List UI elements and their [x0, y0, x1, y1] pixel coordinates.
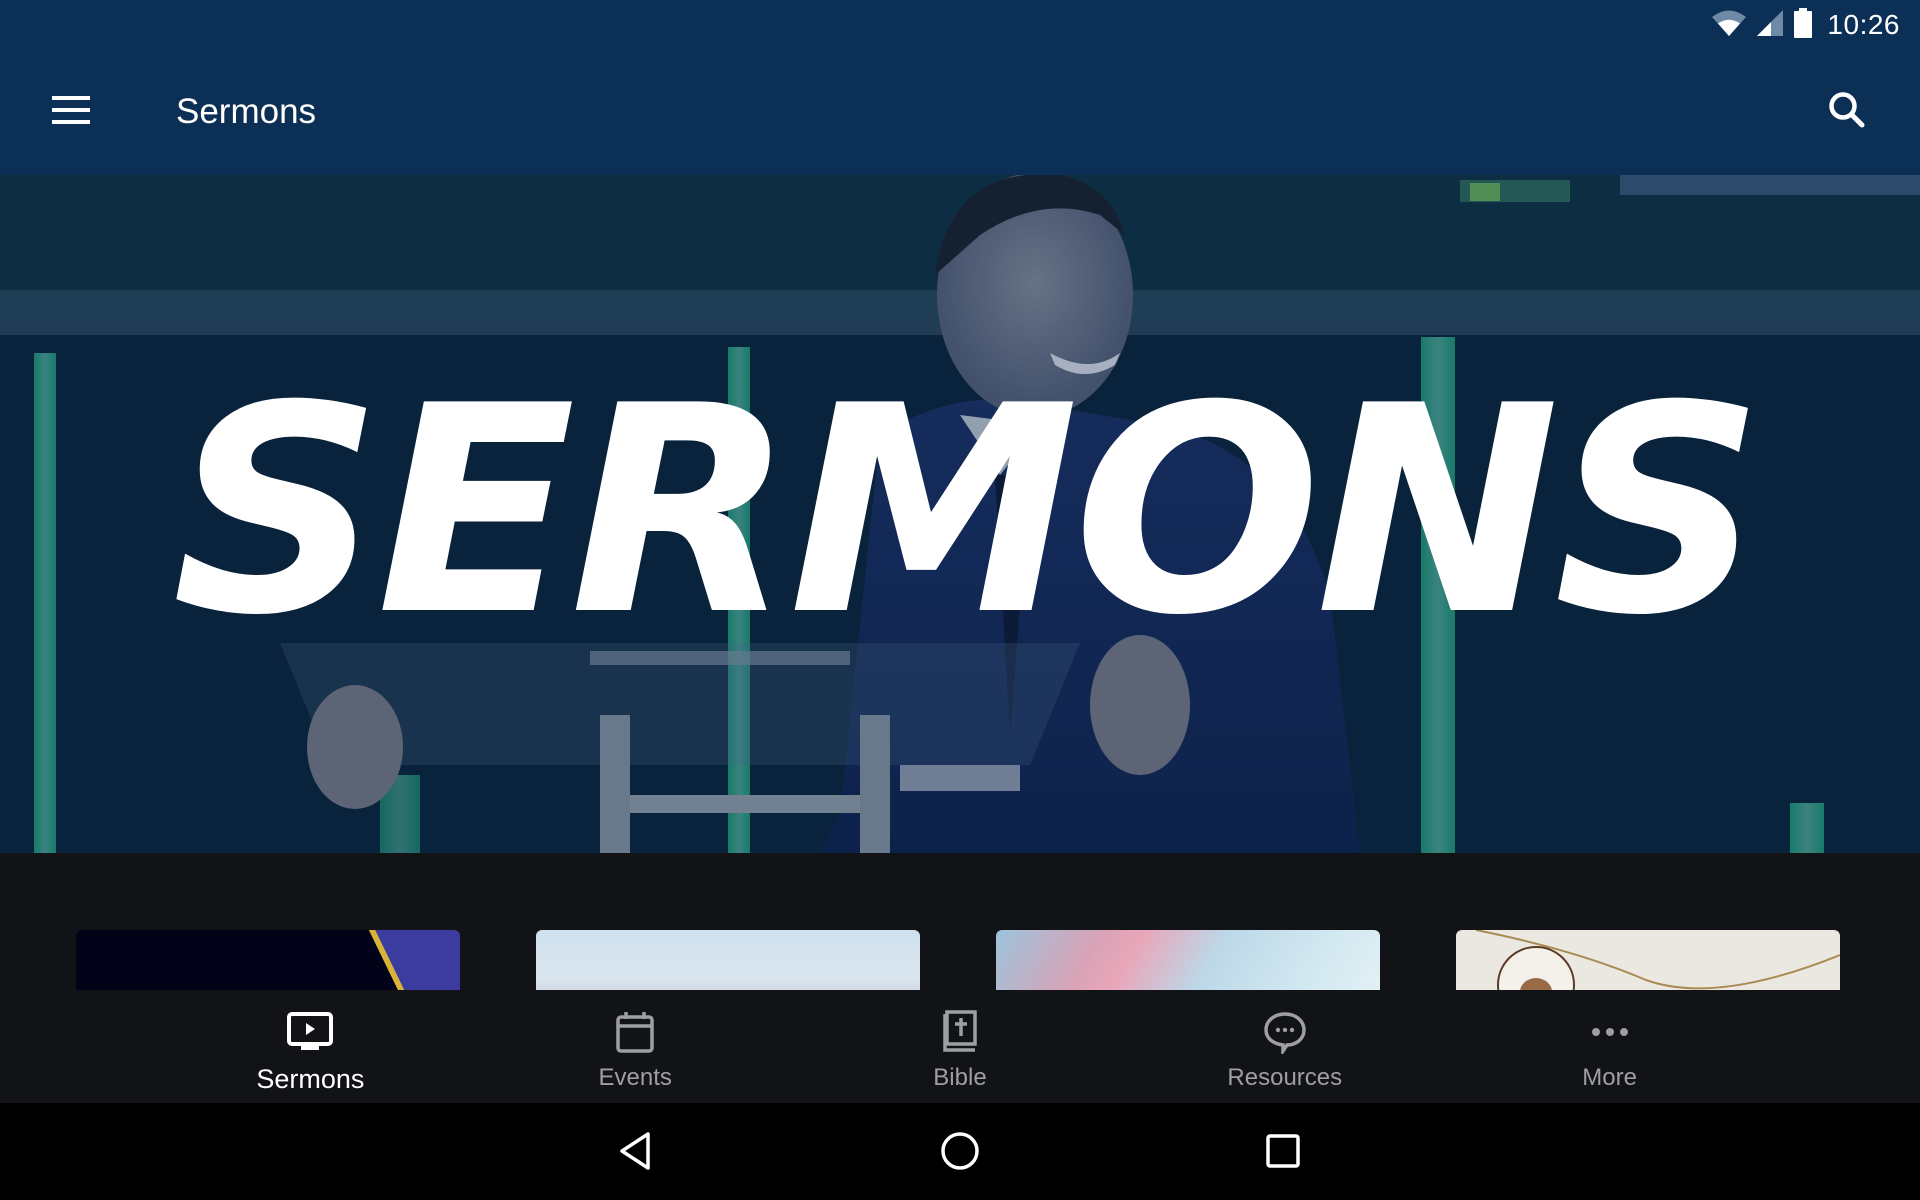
calendar-icon [611, 1008, 659, 1056]
nav-tab-bible[interactable]: Bible [798, 990, 1123, 1103]
status-time: 10:26 [1827, 9, 1900, 40]
recents-button[interactable] [1253, 1123, 1313, 1183]
status-bar: 10:26 [0, 0, 1920, 50]
cellular-signal-icon [1755, 8, 1785, 43]
tv-play-icon [286, 1008, 334, 1056]
hamburger-menu-icon [52, 95, 92, 130]
series-card[interactable] [76, 930, 460, 990]
nav-tab-more[interactable]: More [1447, 990, 1772, 1103]
search-icon [1827, 90, 1867, 135]
nav-tab-sermons[interactable]: Sermons [148, 990, 473, 1103]
search-button[interactable] [1812, 82, 1882, 142]
back-button[interactable] [606, 1123, 666, 1183]
app-bar: Sermons [0, 50, 1920, 175]
nav-label: Resources [1227, 1064, 1343, 1091]
series-card[interactable] [1456, 930, 1840, 990]
home-button[interactable] [930, 1123, 990, 1183]
sermon-series-list [0, 853, 1920, 990]
home-icon [940, 1131, 980, 1176]
battery-icon [1793, 7, 1813, 43]
wifi-icon [1711, 8, 1747, 43]
back-icon [618, 1131, 654, 1176]
series-card[interactable] [536, 930, 920, 990]
series-card[interactable] [996, 930, 1380, 990]
card-purple-stripe [375, 930, 460, 990]
hero-banner[interactable]: SERMONS [0, 175, 1920, 853]
nav-tab-events[interactable]: Events [473, 990, 798, 1103]
system-navigation-bar [0, 1103, 1920, 1200]
status-icons: 10:26 [1711, 7, 1900, 43]
nav-tab-resources[interactable]: Resources [1122, 990, 1447, 1103]
bible-icon [936, 1008, 984, 1056]
nav-label: Bible [933, 1064, 987, 1091]
menu-button[interactable] [38, 82, 106, 142]
nav-label: Sermons [256, 1064, 365, 1094]
more-dots-icon [1586, 1008, 1634, 1056]
hero-title: SERMONS [171, 344, 1764, 678]
nav-label: More [1582, 1064, 1637, 1091]
nav-label: Events [598, 1064, 672, 1091]
chat-bubble-icon [1261, 1008, 1309, 1056]
page-title: Sermons [176, 92, 317, 131]
app-root: 10:26 Sermons SERMONS Sermons Events Bib… [0, 0, 1920, 1200]
bottom-navigation: Sermons Events Bible Resources More [0, 990, 1920, 1103]
recents-icon [1265, 1133, 1301, 1174]
card-artwork [1475, 930, 1840, 990]
